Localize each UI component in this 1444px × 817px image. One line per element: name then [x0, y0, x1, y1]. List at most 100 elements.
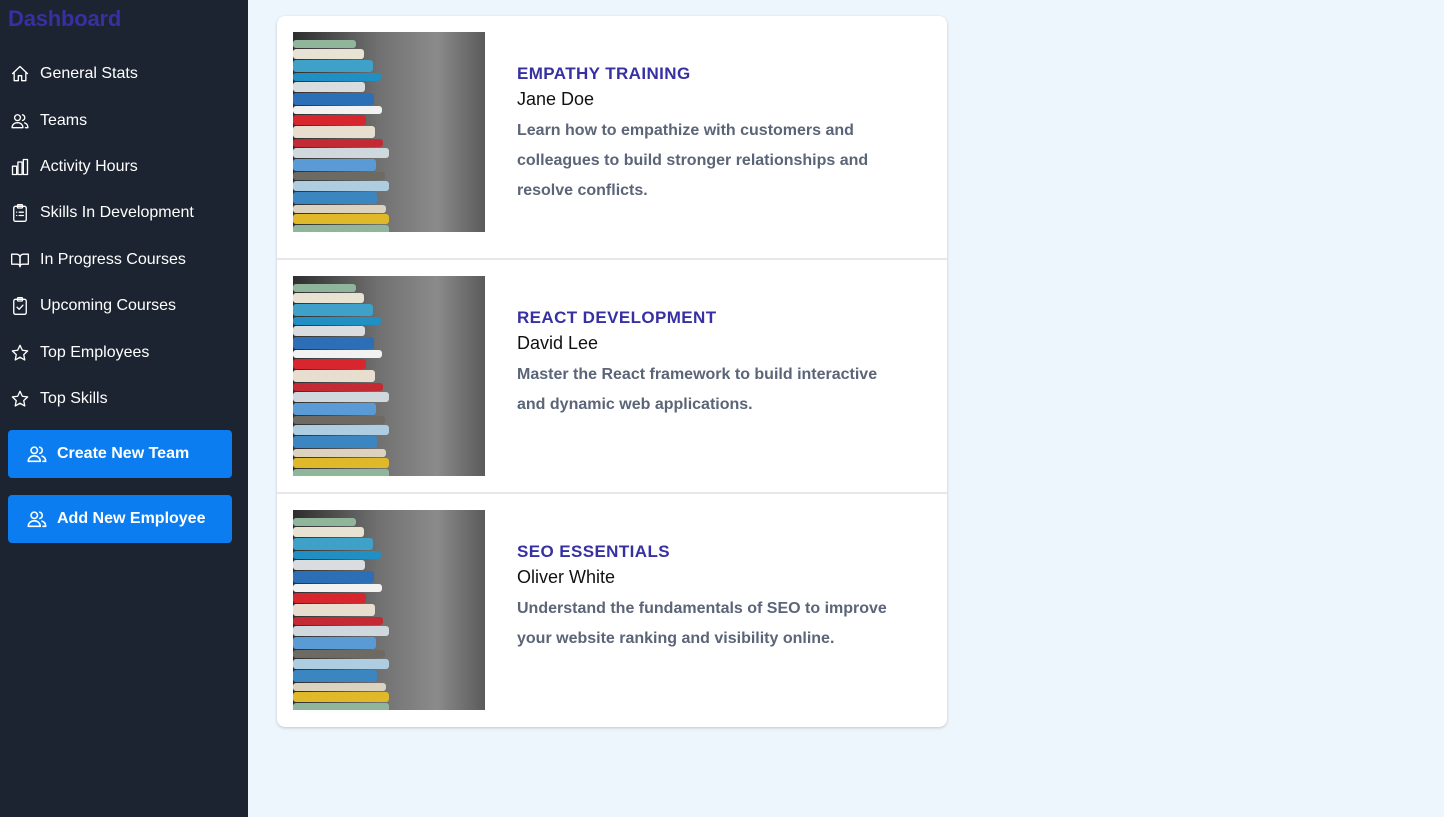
sidebar-item-general-stats[interactable]: General Stats — [0, 51, 248, 97]
course-instructor: Jane Doe — [517, 89, 595, 109]
course-thumbnail — [293, 32, 485, 232]
book-spine — [293, 593, 366, 603]
book-spine — [293, 584, 382, 592]
sidebar-item-label: In Progress Courses — [40, 250, 186, 268]
users-icon — [26, 443, 48, 465]
sidebar-item-label: Activity Hours — [40, 157, 138, 175]
book-spine — [293, 538, 373, 550]
sidebar-item-activity-hours[interactable]: Activity Hours — [0, 144, 248, 190]
course-text: SEO ESSENTIALS Oliver White Understand t… — [517, 540, 907, 654]
book-spine — [293, 326, 365, 336]
book-stack-image — [293, 510, 485, 710]
sidebar-item-upcoming-courses[interactable]: Upcoming Courses — [0, 283, 248, 329]
book-spine — [293, 82, 365, 92]
book-spine — [293, 214, 389, 224]
sidebar-item-top-skills[interactable]: Top Skills — [0, 376, 248, 422]
sidebar-item-label: Top Skills — [40, 389, 108, 407]
book-spine — [293, 73, 381, 81]
book-spine — [293, 192, 377, 204]
book-spine — [293, 350, 382, 358]
book-stack-image — [293, 32, 485, 232]
book-spine — [293, 703, 389, 710]
sidebar: Dashboard General Stats Teams Activity H… — [0, 0, 248, 817]
book-spine — [293, 683, 386, 691]
book-spine — [293, 317, 381, 325]
book-spine — [293, 650, 385, 658]
add-new-employee-label: Add New Employee — [57, 510, 206, 527]
sidebar-item-teams[interactable]: Teams — [0, 97, 248, 143]
book-stack-image — [293, 276, 485, 476]
book-spine — [293, 692, 389, 702]
course-instructor: David Lee — [517, 333, 599, 353]
course-title[interactable]: SEO ESSENTIALS — [517, 540, 907, 564]
course-title[interactable]: EMPATHY TRAINING — [517, 62, 907, 86]
book-spine — [293, 425, 389, 435]
book-spine — [293, 659, 389, 669]
course-title[interactable]: REACT DEVELOPMENT — [517, 306, 907, 330]
create-new-team-button[interactable]: Create New Team — [8, 430, 232, 478]
book-spine — [293, 159, 376, 171]
book-spine — [293, 115, 366, 125]
book-spine — [293, 670, 377, 682]
users-icon — [10, 111, 30, 131]
book-spine — [293, 172, 385, 180]
book-spine — [293, 304, 373, 316]
sidebar-item-label: Teams — [40, 111, 88, 129]
book-spine — [293, 518, 356, 526]
star-icon — [10, 343, 30, 363]
book-spine — [293, 637, 376, 649]
course-description: Master the React framework to build inte… — [517, 366, 878, 413]
book-spine — [293, 469, 389, 476]
home-icon — [10, 64, 30, 84]
course-card[interactable]: SEO ESSENTIALS Oliver White Understand t… — [277, 494, 947, 727]
sidebar-item-skills-in-development[interactable]: Skills In Development — [0, 190, 248, 236]
sidebar-item-label: Top Employees — [40, 343, 150, 361]
course-card[interactable]: REACT DEVELOPMENT David Lee Master the R… — [277, 260, 947, 494]
course-text: REACT DEVELOPMENT David Lee Master the R… — [517, 306, 907, 420]
book-spine — [293, 370, 375, 382]
dashboard-title[interactable]: Dashboard — [8, 6, 121, 32]
sidebar-item-top-employees[interactable]: Top Employees — [0, 329, 248, 375]
book-spine — [293, 60, 373, 72]
book-spine — [293, 106, 382, 114]
book-spine — [293, 560, 365, 570]
book-spine — [293, 551, 381, 559]
course-description: Learn how to empathize with customers an… — [517, 122, 869, 199]
course-thumbnail — [293, 510, 485, 710]
course-description: Understand the fundamentals of SEO to im… — [517, 600, 887, 647]
book-spine — [293, 604, 375, 616]
clipboard-check-icon — [10, 296, 30, 316]
add-new-employee-button[interactable]: Add New Employee — [8, 495, 232, 543]
book-spine — [293, 337, 374, 349]
book-spine — [293, 392, 389, 402]
book-spine — [293, 148, 389, 158]
sidebar-item-in-progress-courses[interactable]: In Progress Courses — [0, 237, 248, 283]
open-book-icon — [10, 250, 30, 270]
sidebar-item-label: General Stats — [40, 65, 138, 83]
sidebar-item-label: Skills In Development — [40, 204, 194, 222]
course-card[interactable]: EMPATHY TRAINING Jane Doe Learn how to e… — [277, 16, 947, 260]
book-spine — [293, 284, 356, 292]
sidebar-item-label: Upcoming Courses — [40, 297, 177, 315]
book-spine — [293, 93, 374, 105]
book-spine — [293, 205, 386, 213]
book-spine — [293, 403, 376, 415]
create-new-team-label: Create New Team — [57, 445, 190, 462]
clipboard-list-icon — [10, 203, 30, 223]
book-spine — [293, 527, 364, 537]
book-spine — [293, 40, 356, 48]
book-spine — [293, 225, 389, 232]
course-list: EMPATHY TRAINING Jane Doe Learn how to e… — [277, 16, 947, 727]
book-spine — [293, 293, 364, 303]
book-spine — [293, 383, 383, 391]
book-spine — [293, 359, 366, 369]
book-spine — [293, 458, 389, 468]
star-icon — [10, 389, 30, 409]
course-text: EMPATHY TRAINING Jane Doe Learn how to e… — [517, 62, 907, 206]
book-spine — [293, 571, 374, 583]
bar-chart-icon — [10, 157, 30, 177]
course-thumbnail — [293, 276, 485, 476]
book-spine — [293, 416, 385, 424]
book-spine — [293, 139, 383, 147]
book-spine — [293, 181, 389, 191]
